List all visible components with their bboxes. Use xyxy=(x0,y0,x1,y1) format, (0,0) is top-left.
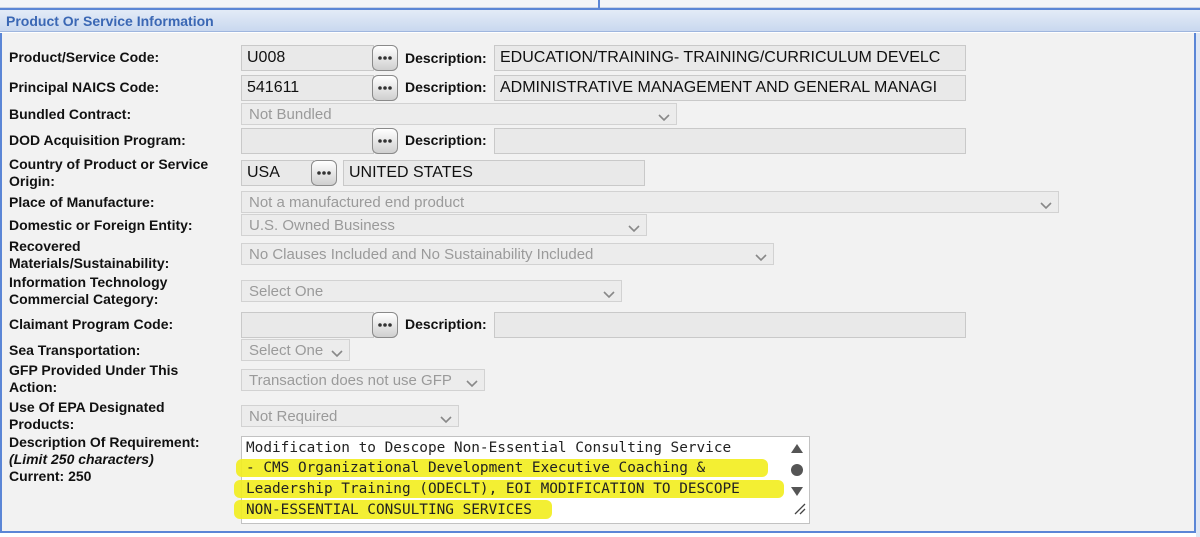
claimant-input[interactable] xyxy=(241,312,374,338)
chevron-down-icon xyxy=(628,220,640,235)
entity-select[interactable]: U.S. Owned Business xyxy=(241,214,647,236)
epa-label-line2: Products: xyxy=(9,416,75,432)
chevron-down-icon xyxy=(331,345,343,360)
ellipsis-lookup-icon xyxy=(378,323,392,327)
naics-lookup-button[interactable] xyxy=(372,75,398,101)
chevron-down-icon xyxy=(658,109,670,124)
requirement-textarea[interactable]: Modification to Descope Non-Essential Co… xyxy=(234,436,810,524)
entity-label: Domestic or Foreign Entity: xyxy=(9,217,193,233)
scroll-thumb xyxy=(791,464,803,476)
bundled-select-value: Not Bundled xyxy=(249,106,332,123)
country-label-line2: Origin: xyxy=(9,173,55,189)
dod-description-label: Description: xyxy=(405,132,487,148)
requirement-line: Leadership Training (ODECLT), EOI MODIFI… xyxy=(246,481,740,497)
scroll-down-icon xyxy=(791,487,803,496)
requirement-line: Modification to Descope Non-Essential Co… xyxy=(246,440,732,456)
section-header: Product Or Service Information xyxy=(0,8,1200,32)
ellipsis-lookup-icon xyxy=(378,56,392,60)
epa-select[interactable]: Not Required xyxy=(241,405,459,427)
naics-description-field: ADMINISTRATIVE MANAGEMENT AND GENERAL MA… xyxy=(494,75,966,101)
chevron-down-icon xyxy=(1040,197,1052,212)
resize-grip-icon[interactable] xyxy=(792,501,806,520)
claimant-label: Claimant Program Code: xyxy=(9,316,174,332)
textarea-scrollbar[interactable] xyxy=(789,441,805,501)
requirement-label: Description Of Requirement: (Limit 250 c… xyxy=(9,434,200,485)
top-divider xyxy=(598,0,600,8)
manufacture-label: Place of Manufacture: xyxy=(9,194,155,210)
ellipsis-lookup-icon xyxy=(378,139,392,143)
requirement-label-title: Description Of Requirement: xyxy=(9,434,200,450)
recovered-label: Recovered Materials/Sustainability: xyxy=(9,238,169,272)
psc-lookup-button[interactable] xyxy=(372,45,398,71)
ellipsis-lookup-icon xyxy=(317,171,331,175)
psc-label: Product/Service Code: xyxy=(9,49,160,65)
bundled-select[interactable]: Not Bundled xyxy=(241,103,677,125)
claimant-description-label: Description: xyxy=(405,316,487,332)
psc-description-field: EDUCATION/TRAINING- TRAINING/CURRICULUM … xyxy=(494,45,966,71)
manufacture-select-value: Not a manufactured end product xyxy=(249,194,465,211)
bundled-label: Bundled Contract: xyxy=(9,106,132,122)
section-title: Product Or Service Information xyxy=(6,13,214,29)
country-label: Country of Product or Service Origin: xyxy=(9,156,208,190)
country-lookup-button[interactable] xyxy=(311,160,337,186)
psc-input[interactable]: U008 xyxy=(241,45,374,71)
it-category-select[interactable]: Select One xyxy=(241,280,622,302)
recovered-label-line1: Recovered xyxy=(9,238,81,254)
naics-input[interactable]: 541611 xyxy=(241,75,374,101)
psc-description-label: Description: xyxy=(405,50,487,66)
manufacture-select[interactable]: Not a manufactured end product xyxy=(241,191,1059,213)
dod-label: DOD Acquisition Program: xyxy=(9,132,186,148)
epa-select-value: Not Required xyxy=(249,408,338,425)
requirement-limit: (Limit 250 characters) xyxy=(9,451,154,467)
chevron-down-icon xyxy=(440,411,452,426)
claimant-description-field xyxy=(494,312,966,338)
country-description-field: UNITED STATES xyxy=(343,160,645,186)
country-input[interactable]: USA xyxy=(241,160,314,186)
recovered-label-line2: Materials/Sustainability: xyxy=(9,255,170,271)
gfp-label-line2: Action: xyxy=(9,379,58,395)
country-label-line1: Country of Product or Service xyxy=(9,156,209,172)
chevron-down-icon xyxy=(603,286,615,301)
naics-label: Principal NAICS Code: xyxy=(9,79,160,95)
claimant-lookup-button[interactable] xyxy=(372,312,398,338)
scroll-up-icon xyxy=(791,444,803,453)
chevron-down-icon xyxy=(755,249,767,264)
dod-input[interactable] xyxy=(241,128,374,154)
requirement-current-count: Current: 250 xyxy=(9,468,92,484)
gfp-select-value: Transaction does not use GFP xyxy=(249,372,452,389)
sea-select[interactable]: Select One xyxy=(241,339,350,361)
requirement-line: - CMS Organizational Development Executi… xyxy=(246,460,706,476)
dod-lookup-button[interactable] xyxy=(372,128,398,154)
it-category-label-line2: Commercial Category: xyxy=(9,291,159,307)
sea-select-value: Select One xyxy=(249,342,324,359)
gfp-label: GFP Provided Under This Action: xyxy=(9,362,178,396)
epa-label-line1: Use Of EPA Designated xyxy=(9,399,165,415)
gfp-label-line1: GFP Provided Under This xyxy=(9,362,179,378)
entity-select-value: U.S. Owned Business xyxy=(249,217,395,234)
it-category-label: Information Technology Commercial Catego… xyxy=(9,274,167,308)
it-category-label-line1: Information Technology xyxy=(9,274,168,290)
epa-label: Use Of EPA Designated Products: xyxy=(9,399,165,433)
it-category-select-value: Select One xyxy=(249,283,324,300)
top-bar xyxy=(0,0,1200,8)
recovered-select-value: No Clauses Included and No Sustainabilit… xyxy=(249,246,594,263)
naics-description-label: Description: xyxy=(405,79,487,95)
chevron-down-icon xyxy=(466,375,478,390)
requirement-line: NON-ESSENTIAL CONSULTING SERVICES xyxy=(246,502,532,518)
gfp-select[interactable]: Transaction does not use GFP xyxy=(241,369,485,391)
sea-label: Sea Transportation: xyxy=(9,342,141,358)
ellipsis-lookup-icon xyxy=(378,86,392,90)
recovered-select[interactable]: No Clauses Included and No Sustainabilit… xyxy=(241,243,774,265)
right-edge xyxy=(1196,33,1200,537)
dod-description-field xyxy=(494,128,966,154)
